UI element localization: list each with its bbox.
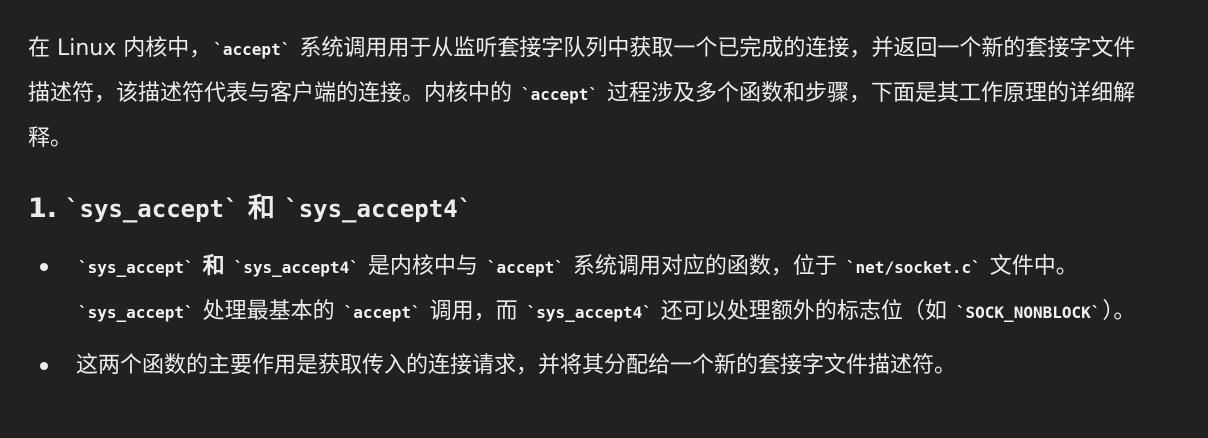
bullet-dot-icon [40,362,48,370]
bullet-text: 处理最基本的 [195,299,342,324]
bullet-text: 调用，而 [422,299,525,324]
bullet-text: 这两个函数的主要作用是获取传入的连接请求，并将其分配给一个新的套接字文件描述符。 [76,353,957,378]
bullet-dot-icon [40,263,48,271]
heading-code-sys-accept: `sys_accept` [65,195,239,223]
bullet-text: ）。 [1102,299,1136,324]
bullet-text: 还可以处理额外的标志位（如 [653,299,954,324]
inline-code-net-socket-c: `net/socket.c` [845,258,981,277]
inline-code-accept: `accept` [521,85,599,104]
section-heading: 1. `sys_accept` 和 `sys_accept4` [28,185,1148,233]
heading-code-sys-accept4: `sys_accept4` [284,195,473,223]
bullet-text: 系统调用对应的函数，位于 [565,254,844,279]
inline-code-sock-nonblock: `SOCK_NONBLOCK` [955,303,1101,322]
heading-number: 1. [28,193,58,224]
inline-code-sys-accept4: `sys_accept4` [233,258,359,277]
bullet-list: `sys_accept` 和 `sys_accept4` 是内核中与 `acce… [28,245,1148,388]
inline-code-sys-accept4: `sys_accept4` [526,303,652,322]
intro-paragraph: 在 Linux 内核中， `accept` 系统调用用于从监听套接字队列中获取一个… [28,27,1148,161]
heading-and: 和 [247,193,275,224]
article-content: 在 Linux 内核中， `accept` 系统调用用于从监听套接字队列中获取一个… [28,27,1148,388]
inline-code-accept: `accept` [486,258,564,277]
bold-and: 和 [202,254,225,279]
intro-text-1: 在 Linux 内核中， [28,36,212,61]
inline-code-sys-accept: `sys_accept` [78,303,194,322]
list-item: 这两个函数的主要作用是获取传入的连接请求，并将其分配给一个新的套接字文件描述符。 [28,344,1148,388]
inline-code-sys-accept: `sys_accept` [78,258,194,277]
inline-code-accept: `accept` [343,303,421,322]
inline-code-accept: `accept` [213,40,291,59]
list-item: `sys_accept` 和 `sys_accept4` 是内核中与 `acce… [28,245,1148,335]
bullet-text: 是内核中与 [360,254,485,279]
bullet-text: 文件中。 [982,254,1078,279]
